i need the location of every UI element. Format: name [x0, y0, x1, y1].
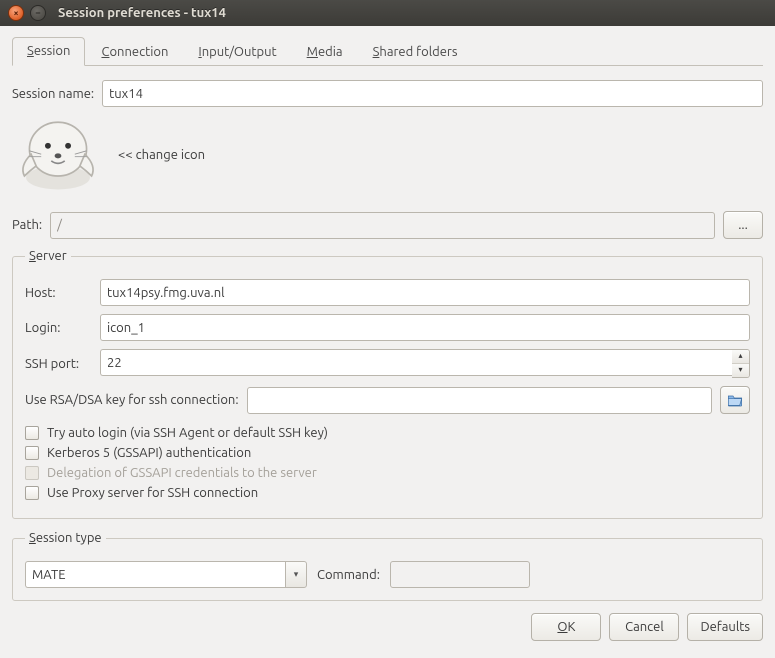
command-label: Command: — [317, 568, 380, 582]
check-auto-login-label: Try auto login (via SSH Agent or default… — [47, 426, 328, 440]
host-input[interactable] — [100, 279, 750, 306]
chevron-down-icon[interactable]: ▾ — [285, 561, 307, 588]
session-type-legend: Session type — [25, 531, 106, 545]
command-input — [390, 561, 530, 588]
session-type-combo[interactable]: ▾ — [25, 561, 307, 588]
rsa-key-input[interactable] — [247, 387, 712, 414]
checkbox-icon[interactable] — [25, 426, 39, 440]
session-name-row: Session name: — [12, 80, 763, 107]
check-kerberos-label: Kerberos 5 (GSSAPI) authentication — [47, 446, 251, 460]
host-label: Host: — [25, 286, 92, 300]
checkbox-icon[interactable] — [25, 446, 39, 460]
login-input[interactable] — [100, 314, 750, 341]
dialog-content: Session Connection Input/Output Media Sh… — [0, 26, 775, 653]
tab-session[interactable]: Session — [12, 37, 85, 66]
tab-media[interactable]: Media — [293, 39, 357, 66]
change-icon-label: << change icon — [118, 148, 205, 162]
path-browse-button[interactable]: ... — [723, 211, 763, 239]
ok-button[interactable]: OK — [531, 613, 601, 641]
tab-input-output[interactable]: Input/Output — [184, 39, 290, 66]
folder-open-icon — [727, 393, 743, 407]
close-icon[interactable]: × — [8, 5, 24, 21]
login-label: Login: — [25, 321, 92, 335]
window-titlebar: × – Session preferences - tux14 — [0, 0, 775, 26]
session-name-input[interactable] — [102, 80, 763, 107]
sshport-stepper[interactable]: ▴ ▾ — [100, 349, 750, 378]
server-legend: Server — [25, 249, 71, 263]
dialog-footer: OK Cancel Defaults — [12, 613, 763, 641]
session-icon-row: << change icon — [16, 117, 763, 193]
tab-connection[interactable]: Connection — [87, 39, 182, 66]
cancel-button[interactable]: Cancel — [609, 613, 679, 641]
sshport-input[interactable] — [100, 349, 732, 376]
check-auto-login-row[interactable]: Try auto login (via SSH Agent or default… — [25, 426, 750, 440]
check-delegation-row: Delegation of GSSAPI credentials to the … — [25, 466, 750, 480]
path-input — [50, 212, 715, 239]
tab-bar: Session Connection Input/Output Media Sh… — [12, 36, 763, 66]
server-group: Server Host: Login: SSH port: ▴ ▾ Use RS… — [12, 249, 763, 519]
session-name-label: Session name: — [12, 87, 94, 101]
checkbox-icon — [25, 466, 39, 480]
check-kerberos-row[interactable]: Kerberos 5 (GSSAPI) authentication — [25, 446, 750, 460]
defaults-button[interactable]: Defaults — [687, 613, 763, 641]
rsa-browse-button[interactable] — [720, 386, 750, 414]
check-delegation-label: Delegation of GSSAPI credentials to the … — [47, 466, 317, 480]
checkbox-icon[interactable] — [25, 486, 39, 500]
minimize-icon[interactable]: – — [30, 5, 46, 21]
tab-shared-folders[interactable]: Shared folders — [359, 39, 472, 66]
sshport-label: SSH port: — [25, 357, 92, 371]
session-type-input[interactable] — [25, 561, 285, 588]
session-type-group: Session type ▾ Command: — [12, 531, 763, 601]
sshport-step-down[interactable]: ▾ — [732, 364, 749, 378]
path-label: Path: — [12, 218, 42, 232]
sshport-step-up[interactable]: ▴ — [732, 350, 749, 364]
check-proxy-row[interactable]: Use Proxy server for SSH connection — [25, 486, 750, 500]
path-row: Path: ... — [12, 211, 763, 239]
window-title: Session preferences - tux14 — [58, 6, 226, 20]
check-proxy-label: Use Proxy server for SSH connection — [47, 486, 258, 500]
session-seal-icon[interactable] — [16, 117, 100, 193]
rsa-label: Use RSA/DSA key for ssh connection: — [25, 393, 239, 407]
